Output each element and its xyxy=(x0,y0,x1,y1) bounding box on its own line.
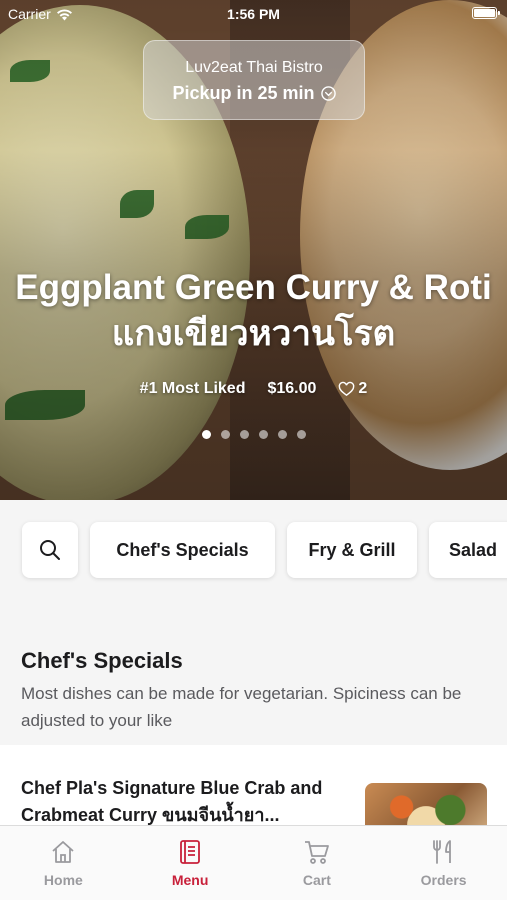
tab-orders[interactable]: Orders xyxy=(380,826,507,900)
clock: 1:56 PM xyxy=(227,6,280,22)
tab-menu-label: Menu xyxy=(171,872,209,888)
featured-price: $16.00 xyxy=(267,380,317,397)
cart-icon xyxy=(304,841,329,864)
search-button[interactable] xyxy=(22,522,78,578)
popularity-badge: #1 Most Liked xyxy=(139,380,246,397)
tab-cart-label: Cart xyxy=(302,872,331,888)
tab-orders-label: Orders xyxy=(420,872,467,888)
pickup-time: Pickup in 25 min xyxy=(144,83,364,104)
status-bar: Carrier 1:56 PM xyxy=(0,0,507,28)
carousel-dot[interactable] xyxy=(201,430,211,439)
battery-icon xyxy=(472,7,500,19)
section-title: Chef's Specials xyxy=(21,648,183,673)
pickup-selector[interactable]: Luv2eat Thai Bistro Pickup in 25 min xyxy=(143,40,365,120)
featured-dish-meta: #1 Most Liked $16.00 2 xyxy=(0,380,507,398)
heart-icon xyxy=(339,381,355,396)
menu-item-title: Chef Pla's Signature Blue Crab and Crabm… xyxy=(21,778,323,825)
chevron-down-circle-icon xyxy=(320,86,336,101)
tab-cart[interactable]: Cart xyxy=(254,826,381,900)
carousel-dot[interactable] xyxy=(296,430,306,439)
category-salad[interactable]: Salad xyxy=(429,522,507,578)
section-description: Most dishes can be made for vegetarian. … xyxy=(21,684,462,730)
category-bar[interactable]: Chef's Specials Fry & Grill Salad xyxy=(0,500,507,600)
carousel-dot[interactable] xyxy=(258,430,268,439)
hero-banner[interactable]: Carrier 1:56 PM Luv2eat Thai Bistro Pick… xyxy=(0,0,507,500)
carousel-dot[interactable] xyxy=(220,430,230,439)
like-count[interactable]: 2 xyxy=(338,380,367,398)
search-icon xyxy=(40,540,60,560)
carousel-dot[interactable] xyxy=(239,430,249,439)
category-fry-grill[interactable]: Fry & Grill xyxy=(287,522,417,578)
tab-home[interactable]: Home xyxy=(0,826,127,900)
menu-icon xyxy=(180,840,201,864)
home-icon xyxy=(52,841,74,863)
tab-bar: Home Menu Cart Orders xyxy=(0,825,507,900)
store-name: Luv2eat Thai Bistro xyxy=(185,59,323,76)
carousel-dots[interactable] xyxy=(0,430,507,439)
orders-icon xyxy=(432,840,451,864)
carousel-dot[interactable] xyxy=(277,430,287,439)
featured-dish-title: Eggplant Green Curry & Roti แกงเขียวหวาน… xyxy=(15,268,492,353)
like-count-label: 2 xyxy=(358,380,368,397)
pickup-time-label: Pickup in 25 min xyxy=(172,83,315,103)
section-header: Chef's Specials Most dishes can be made … xyxy=(0,630,507,745)
tab-menu[interactable]: Menu xyxy=(127,826,254,900)
category-chefs-specials[interactable]: Chef's Specials xyxy=(90,522,275,578)
tab-home-label: Home xyxy=(43,872,83,888)
